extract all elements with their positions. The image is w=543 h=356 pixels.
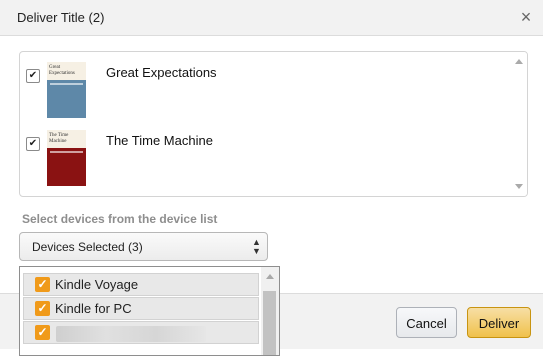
- title-checkbox[interactable]: ✔: [26, 137, 40, 151]
- checkbox-checked-icon[interactable]: ✓: [35, 277, 50, 292]
- device-option[interactable]: ✓: [23, 321, 259, 344]
- scroll-up-icon[interactable]: [515, 59, 523, 64]
- devices-dropdown-list: ✓ Kindle Voyage ✓ Kindle for PC ✓: [19, 266, 280, 356]
- device-option-label: Kindle for PC: [55, 301, 132, 316]
- scroll-down-icon[interactable]: [515, 184, 523, 189]
- devices-section-label: Select devices from the device list: [22, 212, 218, 226]
- device-option[interactable]: ✓ Kindle for PC: [23, 297, 259, 320]
- scroll-up-icon[interactable]: [266, 274, 274, 279]
- devices-select-value: Devices Selected (3): [32, 240, 143, 254]
- checkbox-checked-icon[interactable]: ✓: [35, 301, 50, 316]
- book-cover-image: Great Expectations: [47, 62, 86, 118]
- list-item: ✔ The Time Machine The Time Machine: [20, 130, 510, 188]
- devices-select[interactable]: Devices Selected (3) ▲ ▼: [19, 232, 268, 261]
- device-option-label: Kindle Voyage: [55, 277, 139, 292]
- title-list: ✔ Great Expectations Great Expectations …: [19, 51, 528, 197]
- dialog-title: Deliver Title (2): [17, 10, 105, 25]
- title-list-scrollbar[interactable]: [510, 52, 527, 196]
- dialog-header: Deliver Title (2) ×: [0, 0, 543, 36]
- updown-caret-icon: ▲ ▼: [252, 237, 261, 256]
- checkbox-checked-icon[interactable]: ✓: [35, 325, 50, 340]
- list-item: ✔ Great Expectations Great Expectations: [20, 62, 510, 120]
- dropdown-scrollbar[interactable]: [261, 267, 279, 355]
- title-checkbox[interactable]: ✔: [26, 69, 40, 83]
- redacted-device-name: [56, 326, 206, 342]
- book-cover-image: The Time Machine: [47, 130, 86, 186]
- device-option[interactable]: ✓ Kindle Voyage: [23, 273, 259, 296]
- cancel-button[interactable]: Cancel: [396, 307, 457, 338]
- deliver-button[interactable]: Deliver: [467, 307, 531, 338]
- scrollbar-thumb[interactable]: [263, 291, 276, 355]
- book-title: The Time Machine: [106, 133, 213, 148]
- book-title: Great Expectations: [106, 65, 217, 80]
- close-icon[interactable]: ×: [517, 8, 535, 26]
